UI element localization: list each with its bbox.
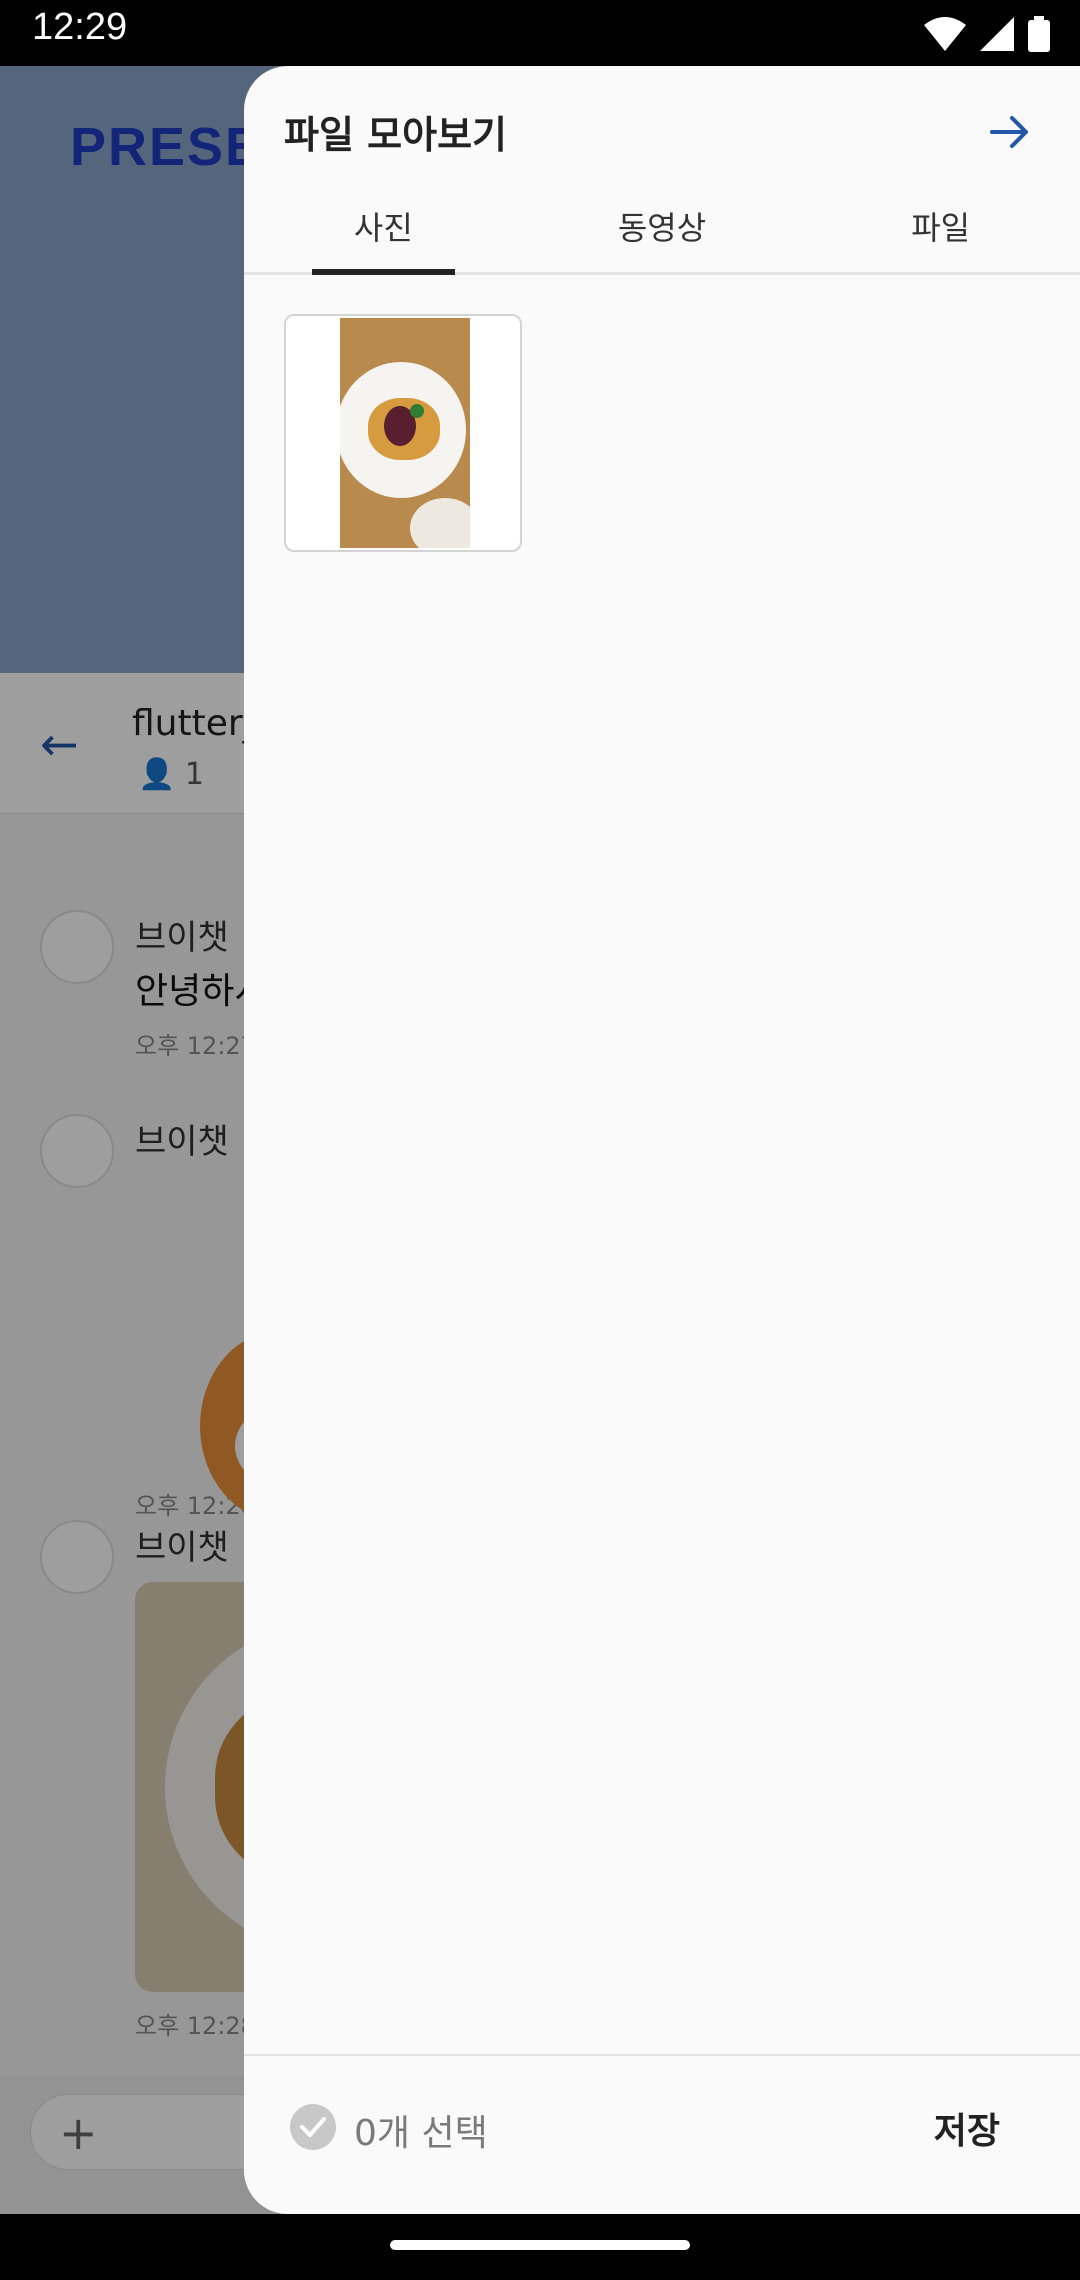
signal-icon (980, 17, 1014, 51)
media-tabs: 사진 동영상 파일 (244, 196, 1080, 275)
drawer-title: 파일 모아보기 (284, 113, 507, 157)
arrow-right-icon (990, 116, 1028, 148)
tab-photos[interactable]: 사진 (244, 196, 523, 275)
select-check-icon[interactable] (290, 2104, 336, 2150)
photo-grid (284, 314, 522, 552)
save-button[interactable]: 저장 (934, 2102, 1000, 2154)
home-gesture-handle[interactable] (390, 2240, 690, 2250)
tab-files[interactable]: 파일 (801, 196, 1080, 272)
tab-videos[interactable]: 동영상 (523, 196, 802, 272)
food-photo (340, 318, 470, 548)
selection-count: 0개 선택 (354, 2113, 488, 2154)
status-bar: 12:29 (0, 0, 1080, 66)
system-nav-bar (0, 2214, 1080, 2280)
battery-icon (1028, 16, 1050, 52)
photo-thumbnail[interactable] (284, 314, 522, 552)
status-time: 12:29 (32, 6, 128, 48)
close-drawer-button[interactable] (980, 102, 1040, 162)
status-icons (924, 14, 1050, 54)
file-collection-drawer: 파일 모아보기 사진 동영상 파일 0개 선택 저장 (244, 66, 1080, 2214)
selection-bar: 0개 선택 저장 (244, 2054, 1080, 2214)
wifi-icon (924, 17, 966, 51)
